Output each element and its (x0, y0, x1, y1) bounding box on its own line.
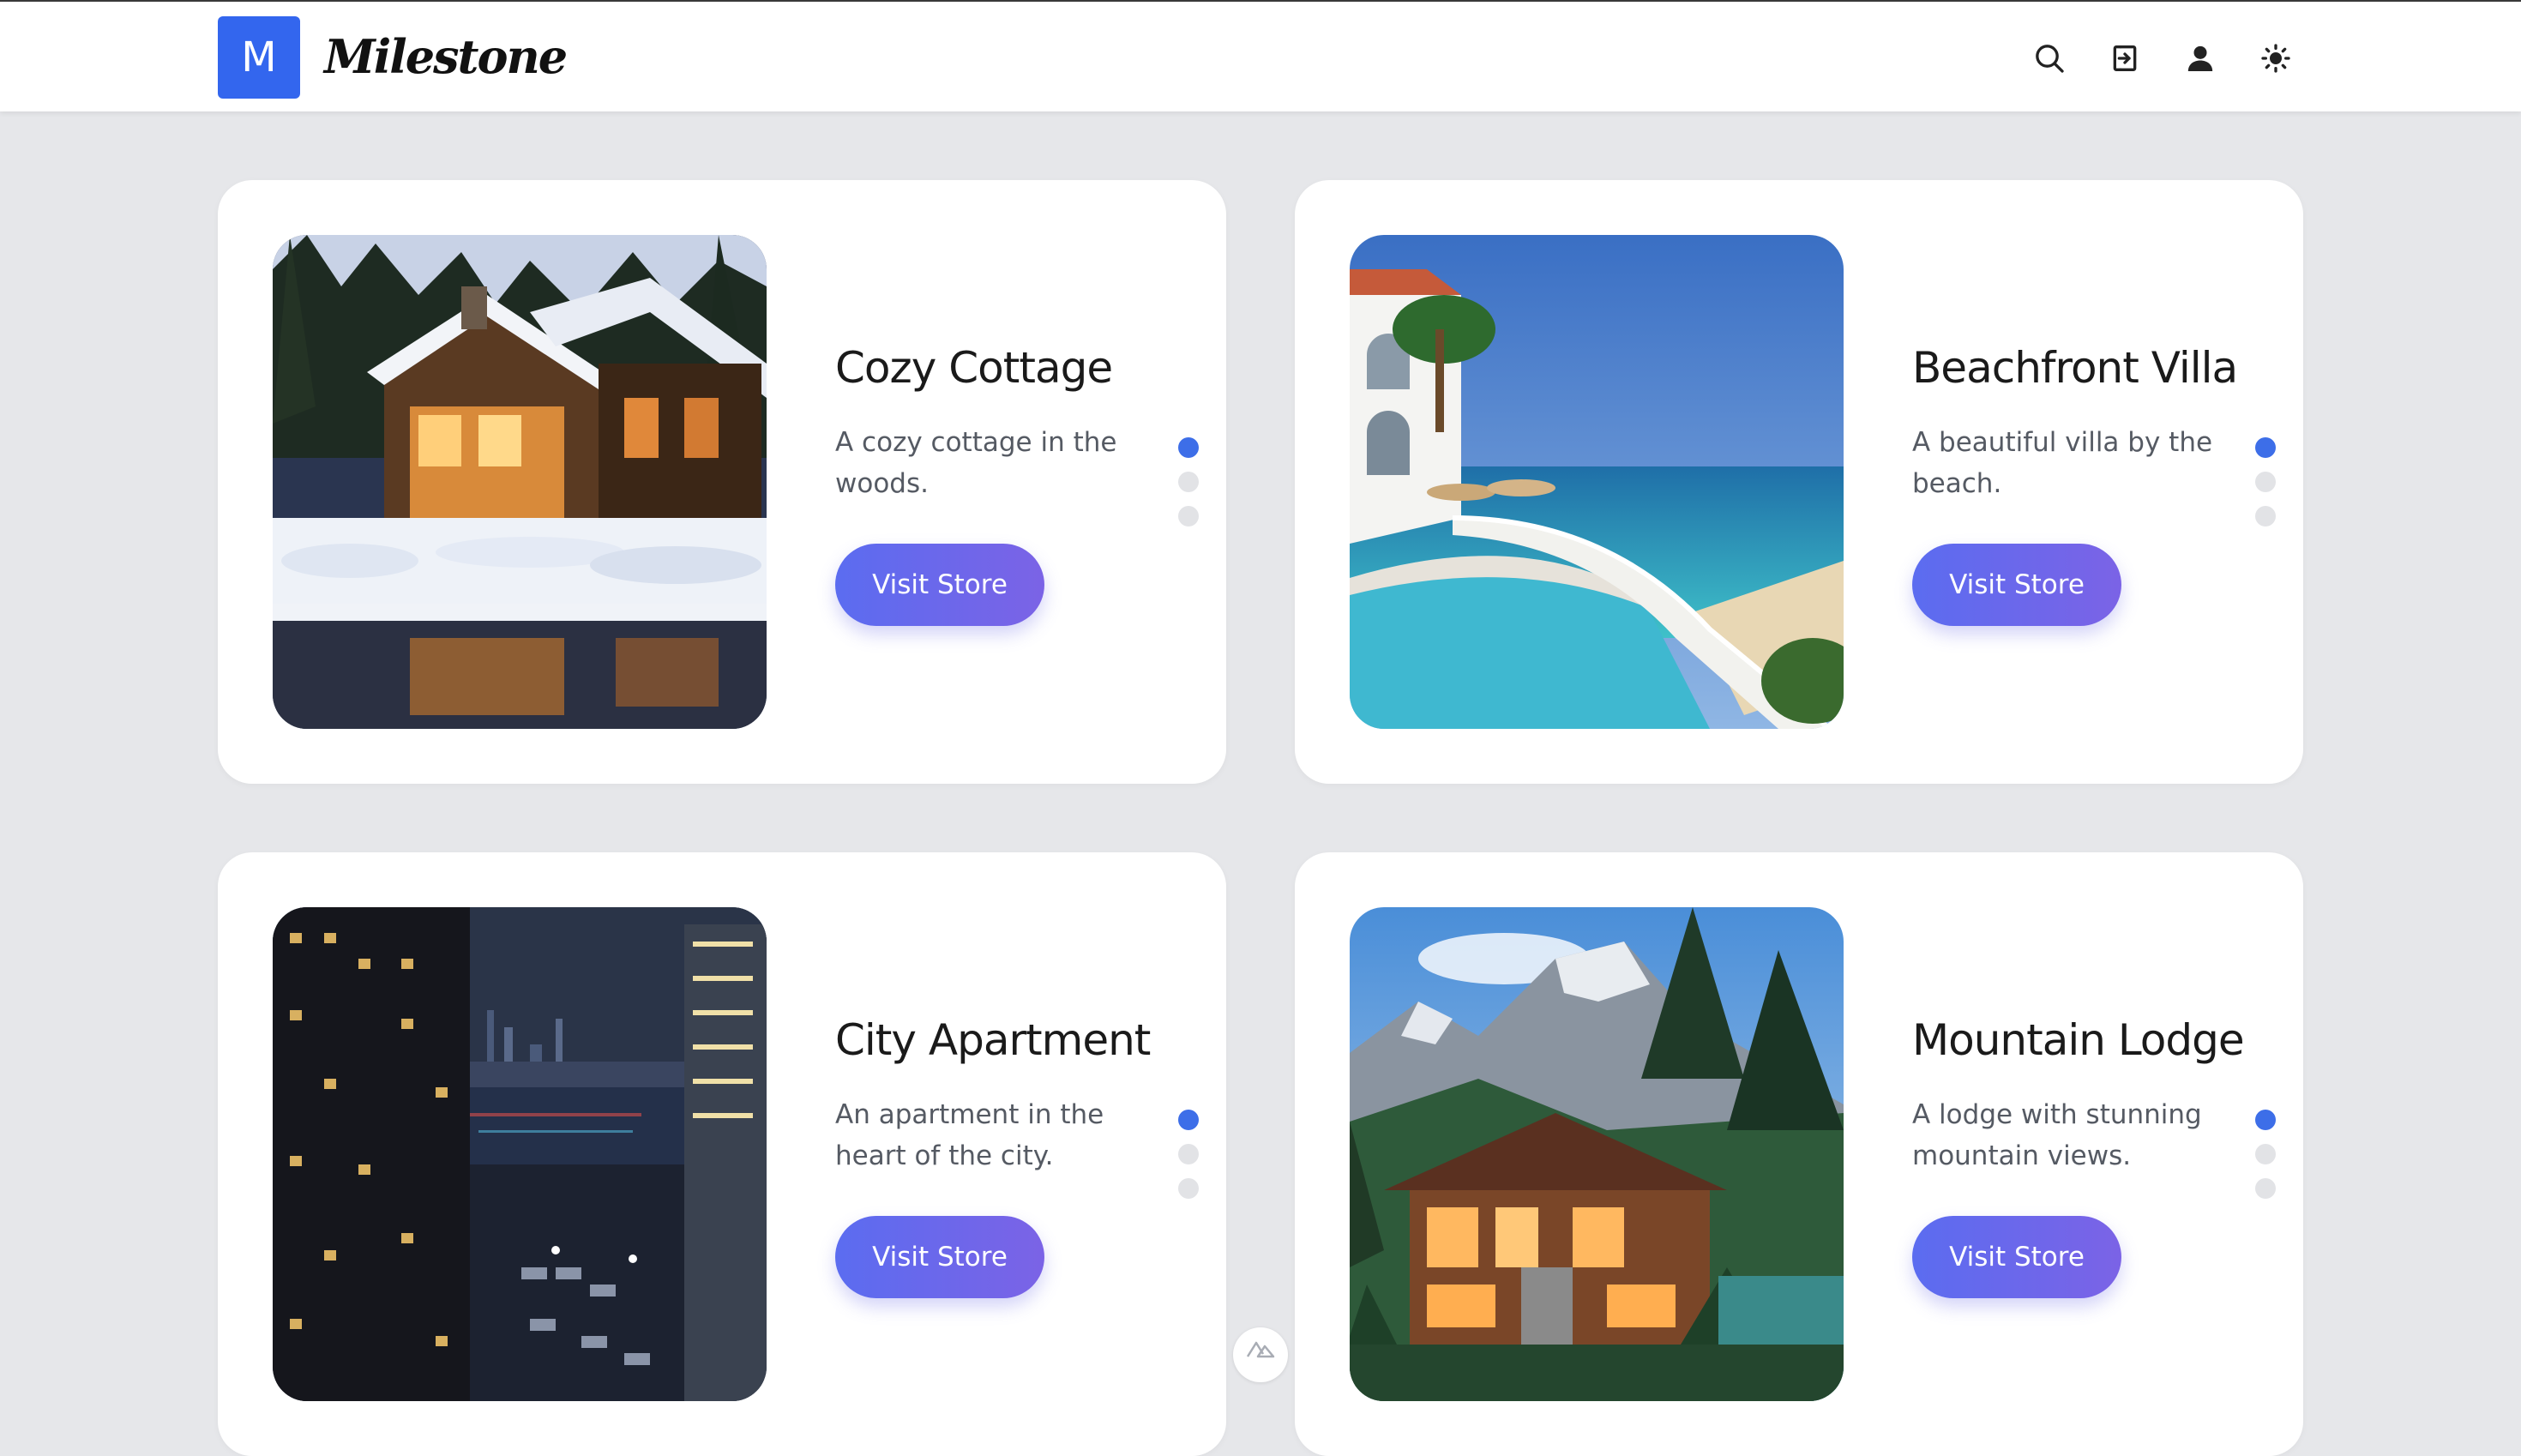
property-card-mountain-lodge: Mountain Lodge A lodge with stunning mou… (1295, 852, 2303, 1456)
visit-store-button[interactable]: Visit Store (1912, 1216, 2121, 1298)
carousel-dot-1[interactable] (1178, 1110, 1199, 1130)
carousel-dot-3[interactable] (2255, 506, 2276, 526)
carousel-dot-2[interactable] (2255, 472, 2276, 492)
carousel-dots (1178, 1110, 1199, 1212)
carousel-dots (2255, 1110, 2276, 1212)
logo-badge[interactable]: M (218, 16, 300, 99)
property-card-cozy-cottage: Cozy Cottage A cozy cottage in the woods… (218, 180, 1226, 784)
carousel-dots (1178, 437, 1199, 540)
visit-store-button[interactable]: Visit Store (1912, 544, 2121, 626)
city-apartment-photo (273, 907, 767, 1401)
carousel-dots (2255, 437, 2276, 540)
carousel-dot-3[interactable] (2255, 1178, 2276, 1199)
property-card-beachfront-villa: Beachfront Villa A beautiful villa by th… (1295, 180, 2303, 784)
visit-store-button[interactable]: Visit Store (835, 1216, 1044, 1298)
carousel-dot-3[interactable] (1178, 1178, 1199, 1199)
card-title: Cozy Cottage (835, 343, 1113, 393)
cottage-photo (273, 235, 767, 729)
property-card-city-apartment: City Apartment An apartment in the heart… (218, 852, 1226, 1456)
visit-store-button[interactable]: Visit Store (835, 544, 1044, 626)
card-title: Mountain Lodge (1912, 1015, 2245, 1065)
brand-name[interactable]: Milestone (324, 24, 568, 89)
card-title: Beachfront Villa (1912, 343, 2238, 393)
carousel-dot-2[interactable] (1178, 472, 1199, 492)
carousel-dot-1[interactable] (2255, 437, 2276, 458)
mountain-lodge-photo (1350, 907, 1844, 1401)
villa-photo (1350, 235, 1844, 729)
carousel-dot-2[interactable] (2255, 1144, 2276, 1164)
carousel-dot-2[interactable] (1178, 1144, 1199, 1164)
card-title: City Apartment (835, 1015, 1151, 1065)
carousel-dot-1[interactable] (1178, 437, 1199, 458)
top-navbar: M Milestone (0, 2, 2521, 111)
card-description: A lodge with stunning mountain views. (1912, 1099, 2202, 1171)
nuxt-devtools-icon[interactable] (1233, 1327, 1288, 1382)
sign-in-icon[interactable] (2106, 39, 2144, 77)
card-description: An apartment in the heart of the city. (835, 1099, 1104, 1171)
theme-toggle-icon[interactable] (2257, 39, 2295, 77)
card-description: A cozy cottage in the woods. (835, 427, 1117, 499)
carousel-dot-1[interactable] (2255, 1110, 2276, 1130)
card-description: A beautiful villa by the beach. (1912, 427, 2213, 499)
carousel-dot-3[interactable] (1178, 506, 1199, 526)
search-icon[interactable] (2031, 39, 2068, 77)
user-icon[interactable] (2181, 39, 2219, 77)
